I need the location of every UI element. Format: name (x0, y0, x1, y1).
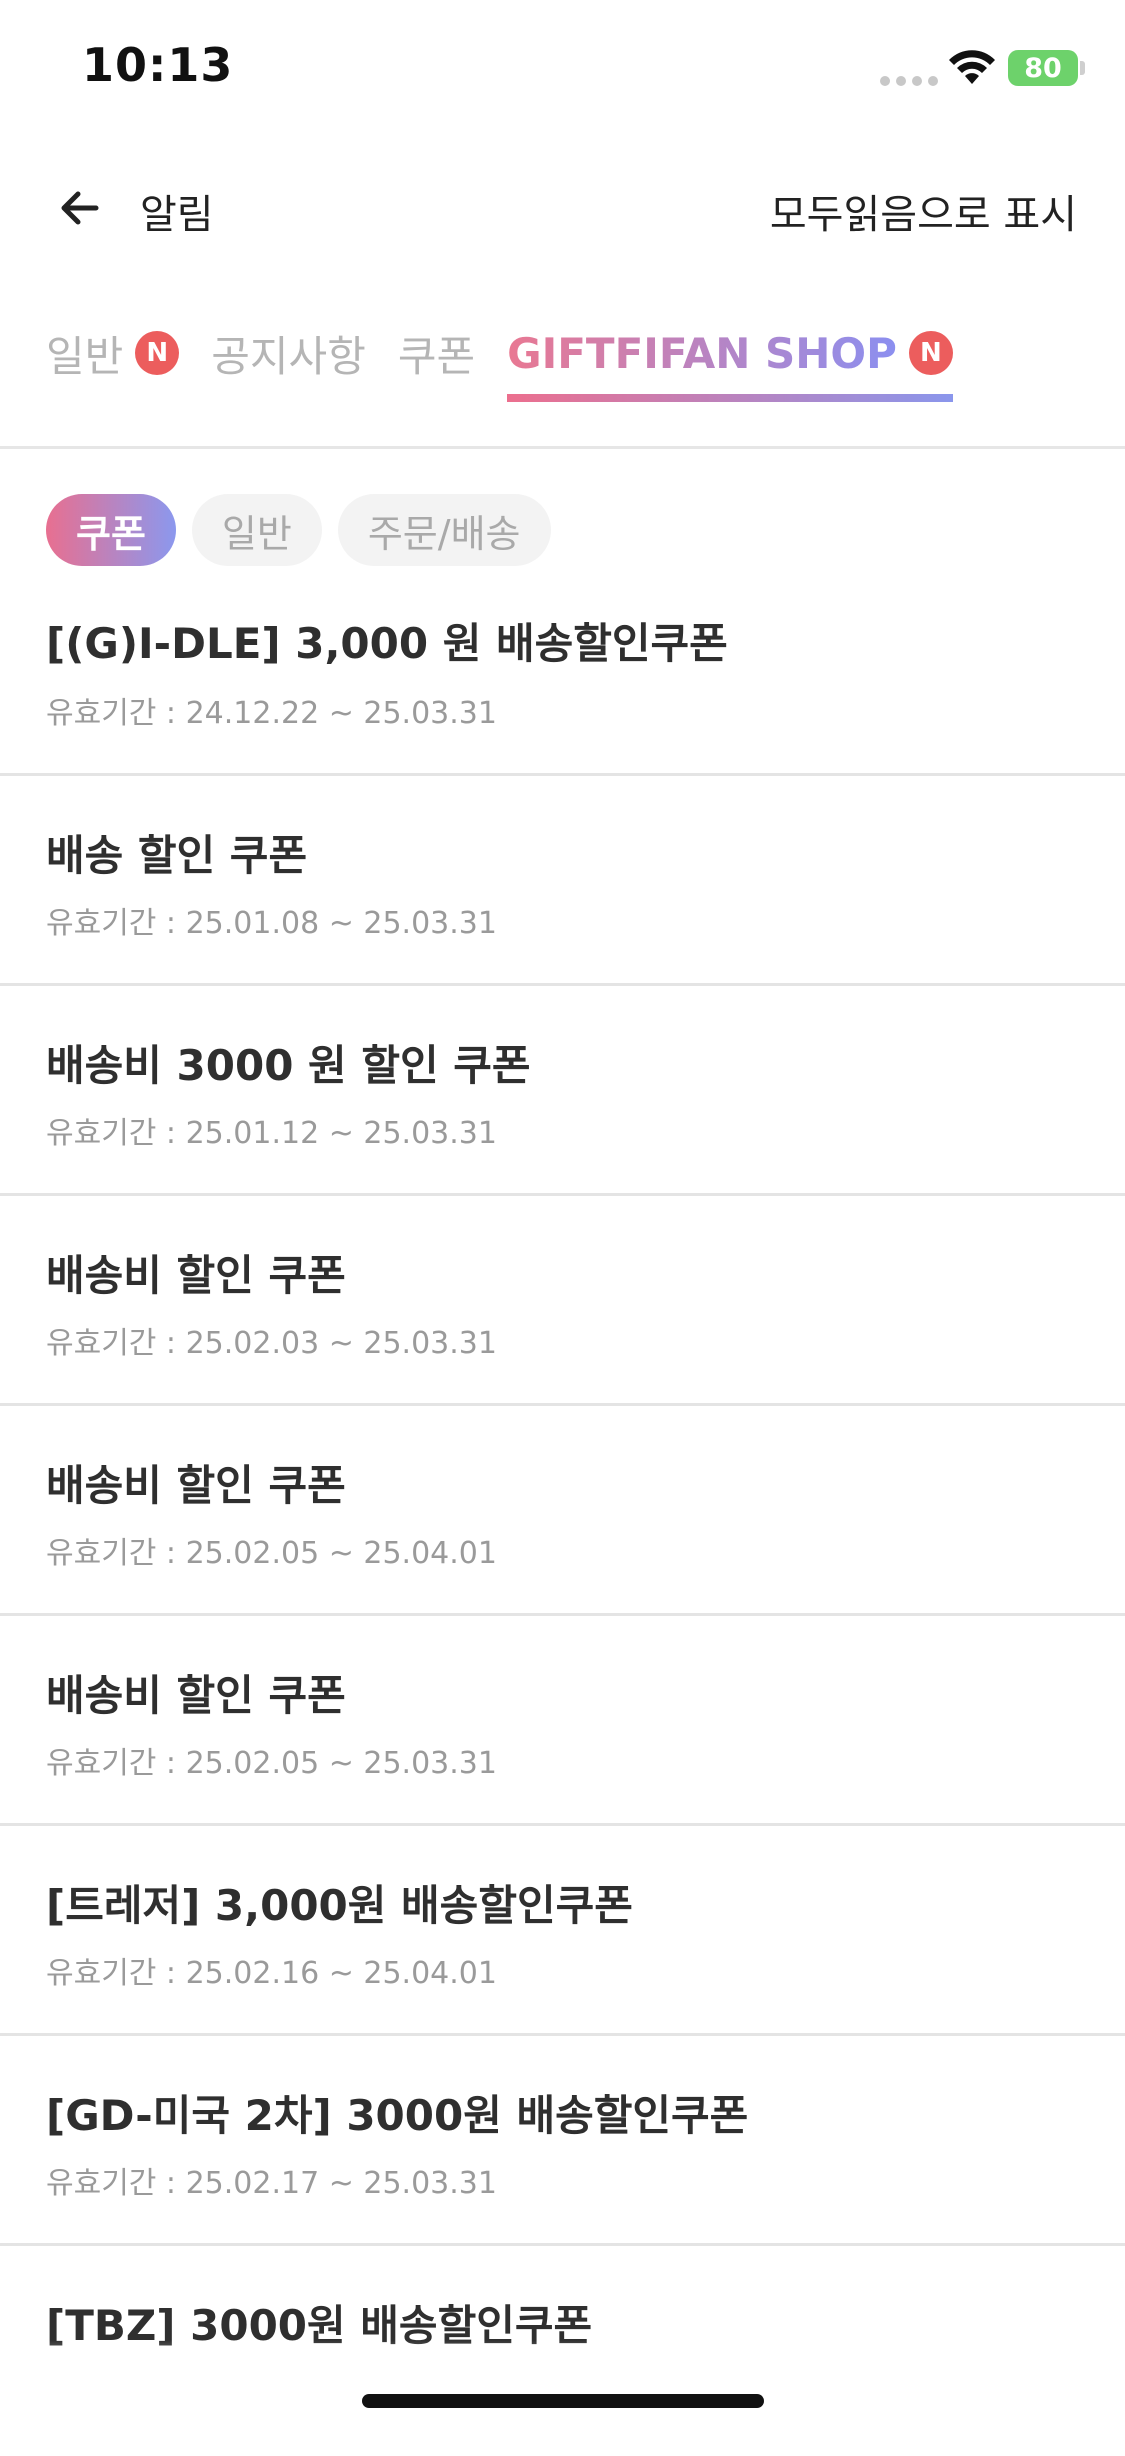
item-title: 배송비 할인 쿠폰 (46, 1461, 346, 1510)
tab-label: 일반 (46, 331, 124, 381)
page-title: 알림 (140, 192, 214, 238)
item-title: 배송비 할인 쿠폰 (46, 1251, 346, 1300)
item-title: 배송비 3000 원 할인 쿠폰 (46, 1041, 531, 1090)
item-period: 유효기간 : 25.02.05 ~ 25.03.31 (46, 1746, 497, 1781)
item-title: 배송비 할인 쿠폰 (46, 1671, 346, 1720)
list-item[interactable]: [GD-미국 2차] 3000원 배송할인쿠폰 유효기간 : 25.02.17 … (0, 2036, 1125, 2246)
wifi-icon (949, 50, 995, 84)
item-title: 배송 할인 쿠폰 (46, 831, 308, 880)
battery-level: 80 (1024, 52, 1062, 84)
chip-coupon[interactable]: 쿠폰 (46, 494, 176, 566)
tab-general[interactable]: 일반 N (46, 318, 180, 388)
tab-giftfifan-shop[interactable]: GIFTFIFAN SHOP N (507, 318, 953, 402)
new-badge: N (908, 331, 953, 375)
list-item[interactable]: 배송비 할인 쿠폰 유효기간 : 25.02.03 ~ 25.03.31 (0, 1196, 1125, 1406)
list-item[interactable]: 배송비 할인 쿠폰 유효기간 : 25.02.05 ~ 25.04.01 (0, 1406, 1125, 1616)
list-item[interactable]: 배송비 3000 원 할인 쿠폰 유효기간 : 25.01.12 ~ 25.03… (0, 986, 1125, 1196)
tab-label: 쿠폰 (397, 331, 476, 381)
new-badge: N (135, 331, 180, 375)
header: 알림 모두읽음으로 표시 (0, 160, 1125, 256)
home-indicator[interactable] (362, 2394, 764, 2408)
chip-order-shipping[interactable]: 주문/배송 (337, 494, 551, 566)
tab-label: GIFTFIFAN SHOP (507, 328, 897, 378)
tab-bar: 일반 N 공지사항 쿠폰 GIFTFIFAN SHOP N (46, 318, 953, 404)
battery-icon: 80 (1008, 50, 1078, 86)
list-item[interactable]: 배송 할인 쿠폰 유효기간 : 25.01.08 ~ 25.03.31 (0, 776, 1125, 986)
tab-label: 공지사항 (211, 331, 366, 381)
tabs-divider (0, 446, 1125, 449)
item-period: 유효기간 : 24.12.22 ~ 25.03.31 (46, 696, 497, 731)
item-period: 유효기간 : 25.02.03 ~ 25.03.31 (46, 1326, 497, 1361)
mark-all-read-button[interactable]: 모두읽음으로 표시 (770, 182, 1077, 240)
item-period: 유효기간 : 25.01.08 ~ 25.03.31 (46, 906, 497, 941)
status-time: 10:13 (82, 38, 234, 92)
tab-coupon[interactable]: 쿠폰 (398, 318, 475, 388)
bottom-fade (0, 2340, 1125, 2436)
list-item[interactable]: [트레저] 3,000원 배송할인쿠폰 유효기간 : 25.02.16 ~ 25… (0, 1826, 1125, 2036)
chip-general[interactable]: 일반 (191, 494, 322, 566)
arrow-left-icon[interactable] (56, 184, 104, 232)
list-item[interactable]: [(G)I-DLE] 3,000 원 배송할인쿠폰 유효기간 : 24.12.2… (0, 566, 1125, 776)
item-title: [(G)I-DLE] 3,000 원 배송할인쿠폰 (46, 619, 728, 668)
list-item[interactable]: 배송비 할인 쿠폰 유효기간 : 25.02.05 ~ 25.03.31 (0, 1616, 1125, 1826)
filter-chips: 쿠폰 일반 주문/배송 (46, 494, 551, 566)
notification-list: [(G)I-DLE] 3,000 원 배송할인쿠폰 유효기간 : 24.12.2… (0, 566, 1125, 2456)
status-bar: 10:13 80 (0, 0, 1125, 132)
battery-cap (1080, 61, 1085, 75)
item-period: 유효기간 : 25.02.05 ~ 25.04.01 (46, 1536, 497, 1571)
item-title: [GD-미국 2차] 3000원 배송할인쿠폰 (46, 2091, 749, 2140)
item-title: [트레저] 3,000원 배송할인쿠폰 (46, 1881, 633, 1930)
item-period: 유효기간 : 25.01.12 ~ 25.03.31 (46, 1116, 497, 1151)
item-period: 유효기간 : 25.02.17 ~ 25.03.31 (46, 2166, 497, 2201)
signal-icon (880, 76, 938, 86)
tab-notice[interactable]: 공지사항 (211, 318, 366, 388)
item-period: 유효기간 : 25.02.16 ~ 25.04.01 (46, 1956, 497, 1991)
